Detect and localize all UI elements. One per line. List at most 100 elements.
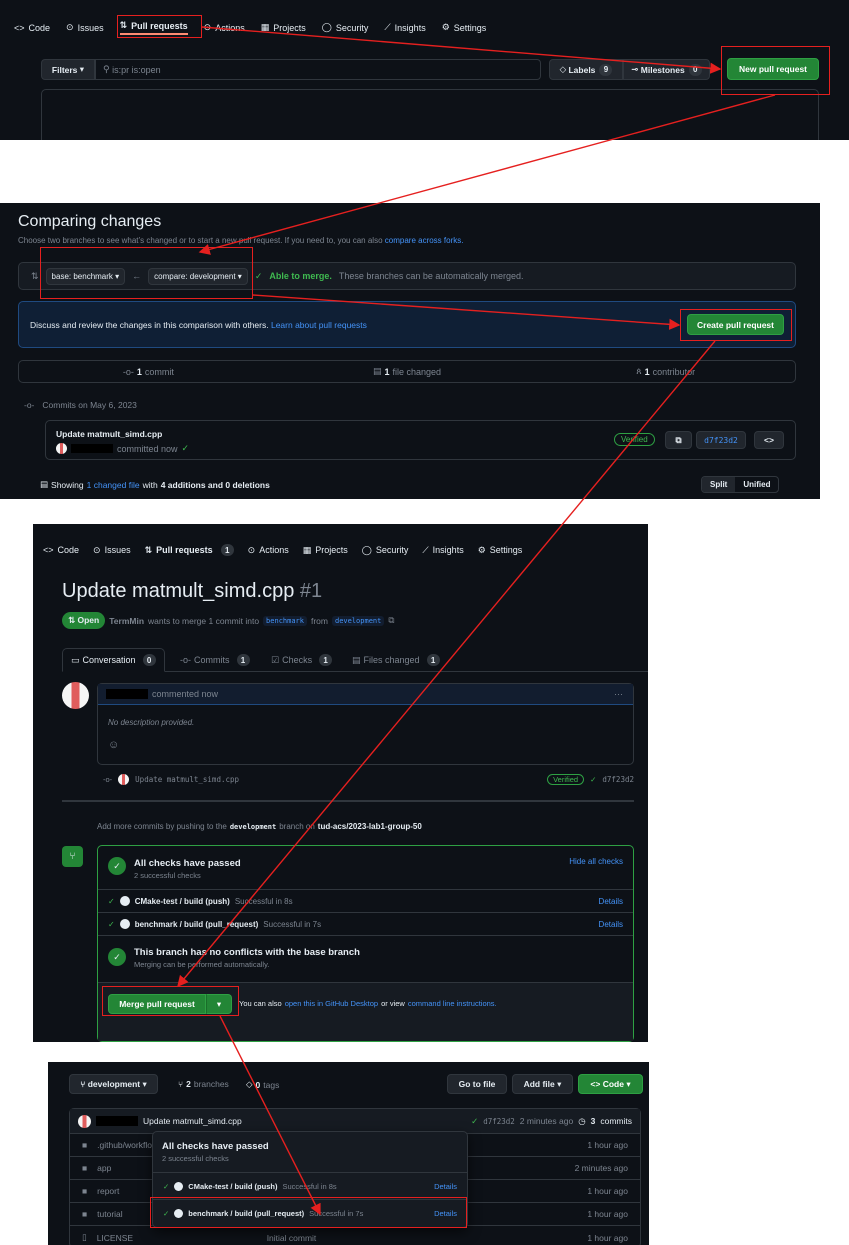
tab-pull-requests[interactable]: ⇅ Pull requests 1: [145, 544, 234, 556]
tab-commits[interactable]: -o- Commits 1: [180, 654, 250, 666]
pr-list-box: [41, 89, 819, 140]
check-icon: ✓: [163, 1181, 170, 1191]
tab-actions[interactable]: ⊙ Actions: [248, 545, 289, 556]
search-icon: ⚲: [103, 64, 110, 74]
timeline-commit-message[interactable]: Update matmult_simd.cpp: [135, 775, 239, 784]
go-to-file-button[interactable]: Go to file: [447, 1074, 507, 1094]
smiley-icon[interactable]: ☺: [108, 739, 119, 751]
folder-icon: ■: [82, 1163, 88, 1173]
tab-files-changed[interactable]: ▤ Files changed 1: [352, 654, 440, 666]
tab-code[interactable]: <> Code: [43, 545, 79, 555]
branch-icon: ⑂: [80, 1079, 86, 1089]
command-line-link[interactable]: command line instructions.: [408, 999, 497, 1008]
github-desktop-link[interactable]: open this in GitHub Desktop: [285, 999, 378, 1008]
commit-row: Update matmult_simd.cpp committed now ✓ …: [45, 420, 796, 460]
tab-security[interactable]: ◯ Security: [362, 545, 409, 556]
verified-badge[interactable]: Verified: [614, 433, 655, 446]
commit-sha[interactable]: d7f23d2: [483, 1117, 515, 1126]
code-button[interactable]: <> Code ▾: [578, 1074, 643, 1094]
tab-conversation[interactable]: ▭ Conversation 0: [62, 648, 165, 672]
hide-checks-link[interactable]: Hide all checks: [569, 857, 623, 866]
github-icon: [119, 896, 130, 906]
stat-contributors[interactable]: ጰ 1 contributor: [536, 366, 795, 377]
milestones-button[interactable]: ⊸ Milestones 0: [623, 59, 710, 80]
details-link[interactable]: Details: [599, 897, 623, 906]
push-note: Add more commits by pushing to the devel…: [97, 822, 422, 831]
tab-issues[interactable]: ⊙ Issues: [93, 545, 131, 556]
commit-message[interactable]: Update matmult_simd.cpp: [56, 429, 162, 439]
copy-icon[interactable]: ⧉: [388, 615, 394, 626]
no-conflicts-section: ✓ This branch has no conflicts with the …: [98, 935, 633, 982]
copy-icon: ⧉: [675, 434, 682, 445]
search-input[interactable]: ⚲ is:pr is:open: [95, 59, 541, 80]
split-button[interactable]: Split: [702, 477, 736, 492]
code-icon: <>: [14, 22, 25, 33]
avatar: [78, 1114, 91, 1128]
code-icon: <>: [590, 1079, 601, 1089]
base-branch-label[interactable]: benchmark: [263, 615, 307, 626]
timeline-divider: [62, 800, 634, 802]
head-branch-label[interactable]: development: [331, 615, 385, 626]
tags-link[interactable]: ◇ 0 tags: [246, 1079, 279, 1090]
tab-insights[interactable]: ⟋ Insights: [422, 545, 463, 556]
details-link[interactable]: Details: [434, 1182, 457, 1191]
commits-date: -o- Commits on May 6, 2023: [24, 400, 137, 410]
file-row[interactable]: ▯ LICENSE Initial commit 1 hour ago: [70, 1226, 640, 1245]
pr-tabs: ▭ Conversation 0 -o- Commits 1 ☑ Checks 1 ▤ Fil…: [62, 648, 648, 672]
commit-sha[interactable]: d7f23d2: [602, 775, 634, 784]
table-icon: ▦: [302, 544, 312, 555]
timeline-commit: -o- Update matmult_simd.cpp Verified ✓ d…: [103, 774, 634, 785]
check-row-cmake: ✓ CMake-test / build (push) Successful i…: [98, 889, 633, 912]
latest-commit-message[interactable]: Update matmult_simd.cpp: [143, 1116, 242, 1126]
annotation-box-pull-requests-tab: [117, 15, 202, 38]
changed-file-link[interactable]: 1 changed file: [87, 480, 140, 490]
caret-down-icon: ▾: [79, 64, 85, 74]
redacted-username: [71, 444, 113, 453]
tab-projects[interactable]: ▦ Projects: [261, 22, 306, 33]
commit-icon: -o-: [180, 655, 191, 665]
compare-forks-link[interactable]: compare across forks.: [385, 236, 464, 245]
issue-icon: ⊙: [93, 544, 101, 555]
avatar: [118, 774, 130, 785]
stat-files[interactable]: ▤ 1 file changed: [278, 366, 537, 377]
tab-projects[interactable]: ▦ Projects: [303, 545, 348, 556]
redacted-username: [106, 689, 148, 699]
branches-link[interactable]: ⑂ 2 branches: [178, 1079, 229, 1089]
tab-settings[interactable]: ⚙ Settings: [442, 22, 487, 33]
add-file-button[interactable]: Add file ▾: [512, 1074, 573, 1094]
tab-code[interactable]: <> Code: [14, 23, 50, 33]
tab-issues[interactable]: ⊙ Issues: [66, 22, 104, 33]
labels-button[interactable]: ◇ Labels 9: [549, 59, 623, 80]
details-link[interactable]: Details: [599, 920, 623, 929]
pull-request-icon: ⇅: [68, 615, 76, 625]
commit-sha[interactable]: d7f23d2: [696, 431, 746, 449]
tab-checks[interactable]: ☑ Checks 1: [271, 654, 333, 666]
commit-icon: -o-: [122, 366, 134, 377]
tab-settings[interactable]: ⚙ Settings: [478, 545, 523, 556]
unified-button[interactable]: Unified: [735, 477, 778, 492]
tab-security[interactable]: ◯ Security: [322, 22, 369, 33]
learn-pr-link[interactable]: Learn about pull requests: [271, 320, 367, 330]
stat-commits[interactable]: -o- 1 commit: [19, 367, 278, 377]
copy-sha-button[interactable]: ⧉: [665, 431, 692, 449]
state-badge: ⇅ Open: [62, 612, 106, 629]
browse-repo-button[interactable]: <>: [754, 431, 784, 449]
file-icon: ▯: [82, 1232, 87, 1242]
kebab-menu-icon[interactable]: ···: [614, 689, 623, 699]
shield-icon: ◯: [321, 22, 332, 32]
graph-icon: ⟋: [384, 22, 391, 32]
repo-link[interactable]: tud-acs/2023-lab1-group-50: [318, 822, 422, 831]
diff-view-toggle: Split Unified: [701, 476, 780, 493]
comment-box: commented now ··· No description provide…: [97, 683, 634, 765]
folder-icon: ■: [82, 1186, 88, 1196]
repo-nav: <> Code ⊙ Issues ⇅ Pull requests 1 ⊙ Actions …: [43, 544, 522, 556]
filters-button[interactable]: Filters ▾: [41, 59, 95, 80]
tab-actions[interactable]: ⊙ Actions: [204, 22, 245, 33]
verified-badge[interactable]: Verified: [547, 774, 585, 785]
compare-stats: -o- 1 commit ▤ 1 file changed ጰ 1 contributor: [18, 360, 796, 383]
repo-nav: <> Code ⊙ Issues ⇅ Pull requests ⊙ Actions ▦…: [14, 20, 486, 35]
folder-icon: ■: [82, 1140, 88, 1150]
branch-select[interactable]: ⑂ development ▾: [69, 1074, 158, 1094]
author-link[interactable]: TermMin: [109, 616, 144, 626]
tab-insights[interactable]: ⟋ Insights: [384, 22, 425, 33]
